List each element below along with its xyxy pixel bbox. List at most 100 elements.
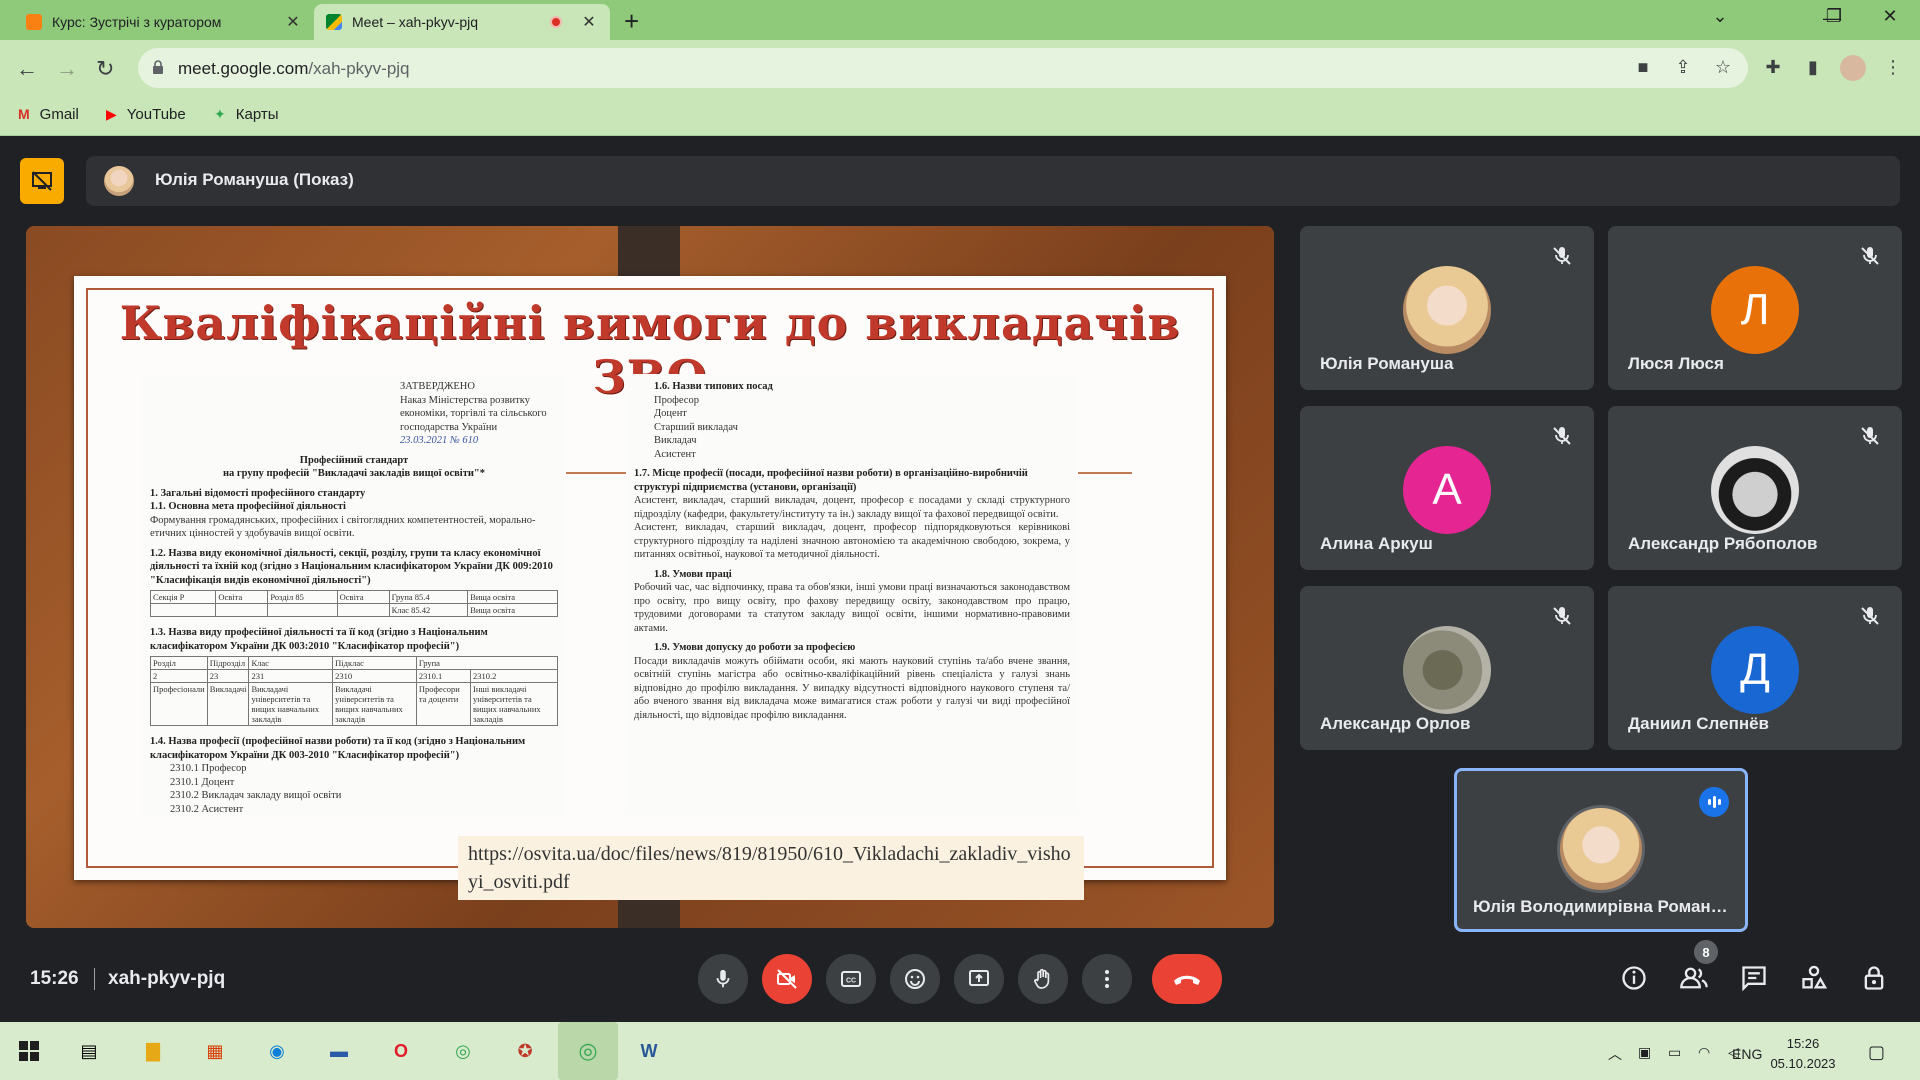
doc-section: 1.4. Назва професії (професійної назви р… <box>150 736 526 761</box>
profile-avatar[interactable] <box>1840 55 1866 81</box>
captions-button[interactable]: CC <box>826 954 876 1004</box>
tab-course[interactable]: Курс: Зустрічі з куратором ✕ <box>14 4 314 40</box>
tray-webcam-icon[interactable]: ▣ <box>1638 1044 1651 1061</box>
hand-icon <box>1034 968 1050 989</box>
monitor-app-icon[interactable]: ▬ <box>322 1034 356 1068</box>
wifi-icon[interactable]: ◠ <box>1698 1044 1710 1061</box>
activities-icon[interactable] <box>1798 964 1830 996</box>
language-indicator[interactable]: ENG <box>1732 1046 1762 1062</box>
bookmark-label: Gmail <box>39 105 79 123</box>
bookmark-maps[interactable]: ✦ Карты <box>214 104 278 124</box>
host-controls-icon[interactable] <box>1858 964 1890 996</box>
reload-button[interactable]: ↻ <box>96 56 114 82</box>
participant-avatar <box>1711 446 1799 534</box>
tray-chevron-icon[interactable]: ︿ <box>1608 1044 1622 1064</box>
participant-name: Люся Люся <box>1628 354 1724 373</box>
app-icon[interactable]: ✪ <box>508 1034 542 1068</box>
participant-name: Юлія Романуша <box>1320 354 1454 373</box>
file-explorer-icon[interactable]: ▇ <box>136 1034 170 1068</box>
task-view-icon[interactable]: ▤ <box>72 1034 106 1068</box>
share-icon[interactable]: ⇪ <box>1670 57 1696 78</box>
url-text[interactable]: meet.google.com/xah-pkyv-pjq <box>178 59 410 79</box>
tab-meet[interactable]: Meet – xah-pkyv-pjq ✕ <box>314 4 610 40</box>
youtube-icon: ▶ <box>106 105 117 122</box>
side-panel-icon[interactable]: ▮ <box>1800 57 1826 78</box>
participant-tile[interactable]: Александр Рябополов <box>1608 406 1902 570</box>
participant-tile[interactable]: Д Даниил Слепнёв <box>1608 586 1902 750</box>
back-button[interactable]: ← <box>16 56 38 82</box>
taskbar-time: 15:26 <box>1786 1036 1820 1051</box>
doc-section: 1.7. Місце професії (посади, професійної… <box>634 468 1028 493</box>
present-button[interactable] <box>954 954 1004 1004</box>
restore-window-icon[interactable]: ❐ <box>1814 6 1854 27</box>
participant-tile[interactable]: Александр Орлов <box>1300 586 1594 750</box>
participant-tile[interactable]: А Алина Аркуш <box>1300 406 1594 570</box>
meeting-details-icon[interactable] <box>1618 964 1650 996</box>
chrome-active-icon[interactable]: ◎ <box>558 1022 618 1080</box>
chat-icon[interactable] <box>1738 964 1770 996</box>
doc-list-item: Викладач <box>654 435 697 446</box>
reactions-button[interactable] <box>890 954 940 1004</box>
people-count-badge: 8 <box>1694 940 1718 964</box>
lock-icon <box>153 60 163 74</box>
doc-list-item: 2310.1 Доцент <box>170 776 235 788</box>
chrome-menu-icon[interactable]: ⋮ <box>1880 57 1906 78</box>
people-icon[interactable] <box>1678 964 1710 996</box>
doc-section: 1.3. Назва виду професійної діяльності т… <box>150 627 488 652</box>
participant-avatar: Д <box>1711 626 1799 714</box>
tab-search-icon[interactable]: ⌄ <box>1700 6 1740 27</box>
more-options-button[interactable] <box>1082 954 1132 1004</box>
bookmark-gmail[interactable]: M Gmail <box>18 104 79 124</box>
doc-section: 1.2. Назва виду економічної діяльності, … <box>150 547 553 586</box>
tab-title: Курс: Зустрічі з куратором <box>52 14 222 30</box>
doc-section: 1.1. Основна мета професійної діяльності <box>150 501 346 512</box>
close-tab-icon[interactable]: ✕ <box>580 12 598 32</box>
raise-hand-button[interactable] <box>1018 954 1068 1004</box>
stop-presenting-icon[interactable] <box>20 158 64 204</box>
svg-text:CC: CC <box>846 978 856 985</box>
close-tab-icon[interactable]: ✕ <box>284 12 302 32</box>
camera-off-button[interactable] <box>762 954 812 1004</box>
new-tab-button[interactable]: + <box>624 6 639 37</box>
close-window-button[interactable]: ✕ <box>1870 6 1910 27</box>
forward-button[interactable]: → <box>56 56 78 82</box>
present-screen-icon <box>969 970 989 986</box>
store-icon[interactable]: ▦ <box>198 1034 232 1068</box>
opera-icon[interactable]: O <box>384 1034 418 1068</box>
extensions-icon[interactable]: ✚ <box>1760 57 1786 78</box>
taskbar-clock[interactable]: 15:26 05.10.2023 <box>1760 1034 1846 1074</box>
speaking-indicator-icon <box>1699 787 1729 817</box>
camera-off-icon <box>777 969 797 989</box>
leave-call-button[interactable] <box>1152 954 1222 1004</box>
doc-section: 1.6. Назви типових посад <box>654 381 773 392</box>
doc-table-1: Секція Р Освіта Розділ 85 Освіта Група 85.4 В… <box>149 590 558 617</box>
camera-blocked-icon[interactable]: ■ <box>1630 57 1656 78</box>
self-tile[interactable]: Юлія Володимирівна Романуша <box>1454 768 1748 932</box>
battery-icon[interactable]: ▭ <box>1668 1044 1681 1061</box>
participant-name: Алина Аркуш <box>1320 534 1433 553</box>
presenter-label: Юлія Романуша (Показ) <box>155 170 354 189</box>
doc-text: Робочий час, час відпочинку, права та об… <box>634 582 1070 634</box>
doc-table-2: Розділ Підрозділ Клас Підклас Група 2 23 231 23… <box>150 656 559 726</box>
chrome-icon[interactable]: ◎ <box>446 1034 480 1068</box>
mic-off-icon <box>1861 247 1879 265</box>
bookmark-star-icon[interactable]: ☆ <box>1710 57 1736 78</box>
participant-avatar: А <box>1403 446 1491 534</box>
bookmark-youtube[interactable]: ▶ YouTube <box>106 104 186 124</box>
mic-off-icon <box>1861 607 1879 625</box>
mic-off-icon <box>1553 427 1571 445</box>
edge-icon[interactable]: ◉ <box>260 1034 294 1068</box>
participant-name: Даниил Слепнёв <box>1628 714 1770 733</box>
participant-tile[interactable]: Юлія Романуша <box>1300 226 1594 390</box>
participant-name: Александр Орлов <box>1320 714 1471 733</box>
url-path: /xah-pkyv-pjq <box>308 59 410 78</box>
captions-icon: CC <box>841 971 861 987</box>
notifications-icon[interactable]: ▢ <box>1868 1042 1885 1063</box>
doc-list-item: Професор <box>654 394 699 406</box>
participant-tile[interactable]: Л Люся Люся <box>1608 226 1902 390</box>
start-button[interactable] <box>12 1034 46 1068</box>
microphone-button[interactable] <box>698 954 748 1004</box>
meet-favicon-icon <box>326 14 342 30</box>
word-icon[interactable]: W <box>632 1034 666 1068</box>
doc-section: 1.9. Умови допуску до роботи за професіє… <box>654 642 856 653</box>
